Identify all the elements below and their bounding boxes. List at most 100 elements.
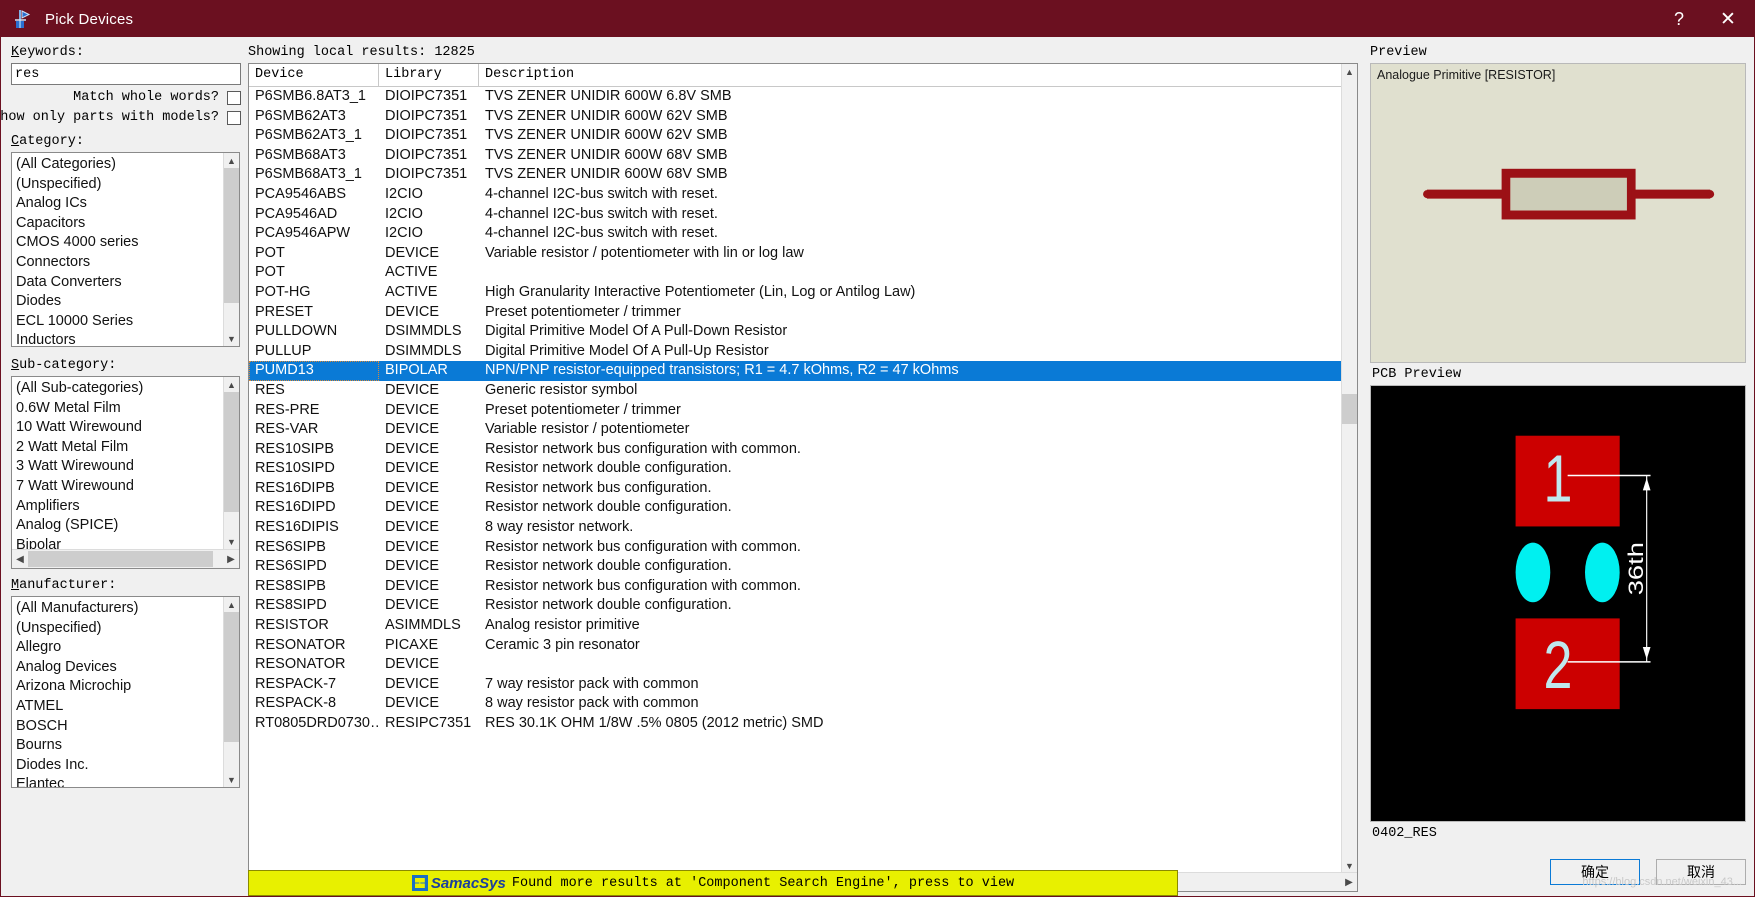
show-only-models-checkbox[interactable]: [227, 110, 241, 125]
table-row[interactable]: POT DEVICE Variable resistor / potentiomet…: [249, 244, 1341, 264]
keywords-input[interactable]: [11, 63, 241, 85]
table-row[interactable]: P6SMB62AT3 DIOIPC7351 TVS ZENER UNIDIR 600…: [249, 107, 1341, 127]
manufacturer-item[interactable]: BOSCH: [16, 717, 224, 737]
table-row[interactable]: RES-PRE DEVICE Preset potentiometer / trim…: [249, 401, 1341, 421]
table-row[interactable]: RES16DIPB DEVICE Resistor network bus conf…: [249, 479, 1341, 499]
table-row[interactable]: RES10SIPD DEVICE Resistor network double c…: [249, 459, 1341, 479]
category-item[interactable]: Diodes: [16, 292, 224, 312]
subcategory-listbox[interactable]: (All Sub-categories) 0.6W Metal Film 10 Wa…: [12, 377, 239, 549]
table-row[interactable]: RES DEVICE Generic resistor symbol: [249, 381, 1341, 401]
category-item[interactable]: Analog ICs: [16, 194, 224, 214]
ok-button[interactable]: 确定: [1550, 859, 1640, 885]
chevron-right-icon[interactable]: ▶: [1341, 873, 1357, 891]
table-row[interactable]: PULLDOWN DSIMMDLS Digital Primitive Model …: [249, 322, 1341, 342]
category-item[interactable]: ECL 10000 Series: [16, 312, 224, 332]
results-vscrollbar[interactable]: ▲ ▼: [1341, 64, 1357, 873]
category-item[interactable]: (Unspecified): [16, 175, 224, 195]
chevron-up-icon[interactable]: ▲: [224, 153, 239, 168]
hscroll-track[interactable]: [28, 550, 223, 568]
manufacturer-item[interactable]: Diodes Inc.: [16, 756, 224, 776]
table-row[interactable]: RES8SIPD DEVICE Resistor network double co…: [249, 596, 1341, 616]
manufacturer-item[interactable]: Elantec: [16, 775, 224, 787]
subcategory-item[interactable]: 10 Watt Wirewound: [16, 418, 224, 438]
table-row[interactable]: RESONATOR PICAXE Ceramic 3 pin resonator: [249, 636, 1341, 656]
results-table[interactable]: Device Library Description P6SMB6.8AT3_1…: [248, 63, 1358, 892]
table-row[interactable]: P6SMB68AT3_1 DIOIPC7351 TVS ZENER UNIDIR 6…: [249, 165, 1341, 185]
match-whole-words-row[interactable]: Match whole words?: [11, 90, 241, 105]
manufacturer-item[interactable]: ATMEL: [16, 697, 224, 717]
table-row[interactable]: RESPACK-7 DEVICE 7 way resistor pack with …: [249, 675, 1341, 695]
chevron-up-icon[interactable]: ▲: [224, 377, 239, 392]
hscroll-thumb[interactable]: [28, 551, 213, 567]
manufacturer-listbox[interactable]: (All Manufacturers) (Unspecified) Allegro A…: [11, 596, 240, 788]
column-header-device[interactable]: Device: [249, 64, 379, 86]
table-row[interactable]: POT ACTIVE: [249, 263, 1341, 283]
subcategory-item[interactable]: (All Sub-categories): [16, 379, 224, 399]
category-item[interactable]: (All Categories): [16, 155, 224, 175]
chevron-down-icon[interactable]: ▼: [1342, 858, 1357, 873]
subcategory-item[interactable]: 0.6W Metal Film: [16, 399, 224, 419]
table-row[interactable]: RES6SIPD DEVICE Resistor network double co…: [249, 557, 1341, 577]
table-row[interactable]: P6SMB68AT3 DIOIPC7351 TVS ZENER UNIDIR 600…: [249, 146, 1341, 166]
cancel-button[interactable]: 取消: [1656, 859, 1746, 885]
chevron-up-icon[interactable]: ▲: [1342, 64, 1357, 79]
subcategory-item[interactable]: Analog (SPICE): [16, 516, 224, 536]
scrollbar-thumb[interactable]: [1342, 394, 1357, 424]
scrollbar-thumb[interactable]: [224, 168, 239, 303]
table-row[interactable]: RES16DIPD DEVICE Resistor network double c…: [249, 498, 1341, 518]
manufacturer-item[interactable]: Allegro: [16, 638, 224, 658]
subcategory-hscrollbar[interactable]: ◀ ▶: [12, 549, 239, 568]
manufacturer-scrollbar[interactable]: ▲ ▼: [223, 597, 239, 787]
category-item[interactable]: Inductors: [16, 331, 224, 346]
scrollbar-thumb[interactable]: [224, 612, 239, 742]
column-header-description[interactable]: Description: [479, 64, 1341, 86]
scrollbar-thumb[interactable]: [224, 392, 239, 512]
chevron-right-icon[interactable]: ▶: [223, 550, 239, 568]
table-row[interactable]: RESISTOR ASIMMDLS Analog resistor primitiv…: [249, 616, 1341, 636]
category-listbox[interactable]: (All Categories) (Unspecified) Analog ICs C…: [11, 152, 240, 347]
table-row[interactable]: PUMD13 BIPOLAR NPN/PNP resistor-equipped t…: [249, 361, 1341, 381]
manufacturer-item[interactable]: (All Manufacturers): [16, 599, 224, 619]
category-item[interactable]: Connectors: [16, 253, 224, 273]
table-row[interactable]: RT0805DRD0730… RESIPC7351 RES 30.1K OHM 1/…: [249, 714, 1341, 734]
help-button[interactable]: ?: [1656, 1, 1702, 37]
table-row[interactable]: PCA9546APW I2CIO 4-channel I2C-bus switch …: [249, 224, 1341, 244]
table-row[interactable]: P6SMB62AT3_1 DIOIPC7351 TVS ZENER UNIDIR 6…: [249, 126, 1341, 146]
manufacturer-item[interactable]: (Unspecified): [16, 619, 224, 639]
column-header-library[interactable]: Library: [379, 64, 479, 86]
table-row[interactable]: PRESET DEVICE Preset potentiometer / trimm…: [249, 303, 1341, 323]
table-row[interactable]: PULLUP DSIMMDLS Digital Primitive Model Of…: [249, 342, 1341, 362]
category-scrollbar[interactable]: ▲ ▼: [223, 153, 239, 346]
table-row[interactable]: P6SMB6.8AT3_1 DIOIPC7351 TVS ZENER UNIDIR …: [249, 87, 1341, 107]
table-row[interactable]: RESONATOR DEVICE: [249, 655, 1341, 675]
manufacturer-item[interactable]: Bourns: [16, 736, 224, 756]
category-item[interactable]: Data Converters: [16, 273, 224, 293]
subcategory-scrollbar[interactable]: ▲ ▼: [223, 377, 239, 549]
chevron-down-icon[interactable]: ▼: [224, 331, 239, 346]
subcategory-item[interactable]: 7 Watt Wirewound: [16, 477, 224, 497]
chevron-down-icon[interactable]: ▼: [224, 534, 239, 549]
chevron-up-icon[interactable]: ▲: [224, 597, 239, 612]
table-row[interactable]: PCA9546ABS I2CIO 4-channel I2C-bus switch …: [249, 185, 1341, 205]
manufacturer-item[interactable]: Arizona Microchip: [16, 677, 224, 697]
table-row[interactable]: RES16DIPIS DEVICE 8 way resistor network.: [249, 518, 1341, 538]
subcategory-item[interactable]: 2 Watt Metal Film: [16, 438, 224, 458]
match-whole-words-checkbox[interactable]: [227, 90, 241, 105]
table-row[interactable]: POT-HG ACTIVE High Granularity Interactive…: [249, 283, 1341, 303]
chevron-down-icon[interactable]: ▼: [224, 772, 239, 787]
category-item[interactable]: CMOS 4000 series: [16, 233, 224, 253]
table-row[interactable]: PCA9546AD I2CIO 4-channel I2C-bus switch w…: [249, 205, 1341, 225]
category-item[interactable]: Capacitors: [16, 214, 224, 234]
samacsys-banner[interactable]: SamacSys Found more results at 'Componen…: [248, 870, 1178, 896]
table-row[interactable]: RES10SIPB DEVICE Resistor network bus conf…: [249, 440, 1341, 460]
table-row[interactable]: RES6SIPB DEVICE Resistor network bus confi…: [249, 538, 1341, 558]
table-row[interactable]: RES-VAR DEVICE Variable resistor / potenti…: [249, 420, 1341, 440]
table-row[interactable]: RES8SIPB DEVICE Resistor network bus confi…: [249, 577, 1341, 597]
show-only-models-row[interactable]: Show only parts with models?: [0, 110, 241, 125]
manufacturer-item[interactable]: Analog Devices: [16, 658, 224, 678]
subcategory-item[interactable]: Amplifiers: [16, 497, 224, 517]
subcategory-item[interactable]: Bipolar: [16, 536, 224, 549]
subcategory-item[interactable]: 3 Watt Wirewound: [16, 457, 224, 477]
close-button[interactable]: ✕: [1702, 1, 1754, 37]
chevron-left-icon[interactable]: ◀: [12, 550, 28, 568]
